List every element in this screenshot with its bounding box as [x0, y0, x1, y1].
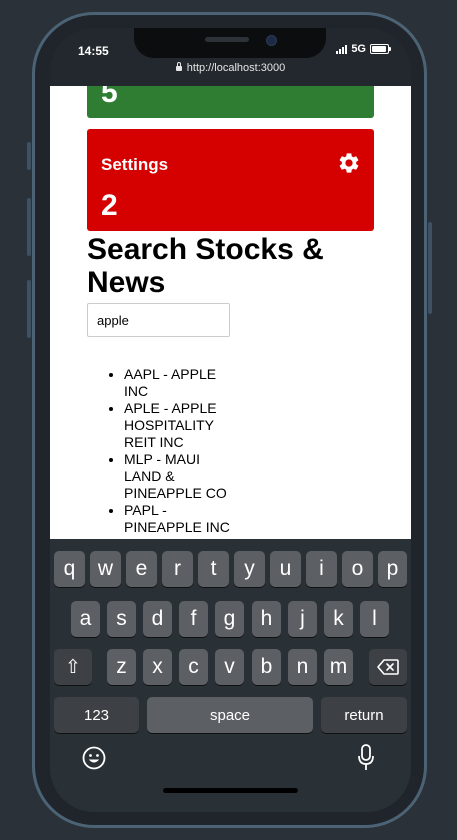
result-item[interactable]: MLP - MAUI LAND & PINEAPPLE CO: [124, 451, 232, 502]
page-title: Search Stocks & News: [87, 233, 324, 299]
mute-switch: [27, 142, 31, 170]
phone-screen: 14:55 5G http://localhost:3000 5 Setting…: [50, 28, 411, 812]
notch: [134, 28, 326, 58]
backspace-key[interactable]: [369, 649, 407, 685]
microphone-icon[interactable]: [357, 744, 375, 772]
power-button: [428, 222, 432, 314]
url-text: http://localhost:3000: [186, 62, 286, 74]
key-o[interactable]: o: [342, 551, 373, 587]
key-p[interactable]: p: [378, 551, 407, 587]
result-item[interactable]: PAPL - PINEAPPLE INC: [124, 502, 232, 536]
key-u[interactable]: u: [270, 551, 301, 587]
card-count: 2: [101, 189, 118, 222]
key-y[interactable]: y: [234, 551, 265, 587]
settings-card[interactable]: Settings 2: [87, 129, 374, 231]
emoji-icon[interactable]: [82, 746, 106, 770]
key-j[interactable]: j: [288, 601, 317, 637]
key-e[interactable]: e: [126, 551, 157, 587]
status-indicators: 5G: [336, 43, 391, 55]
address-bar[interactable]: http://localhost:3000: [50, 62, 411, 74]
key-s[interactable]: s: [107, 601, 136, 637]
result-item[interactable]: AAPL - APPLE INC: [124, 366, 232, 400]
key-z[interactable]: z: [107, 649, 136, 685]
volume-up-button: [27, 198, 31, 256]
result-item[interactable]: APLE - APPLE HOSPITALITY REIT INC: [124, 400, 232, 451]
key-c[interactable]: c: [179, 649, 208, 685]
backspace-icon: [377, 659, 399, 675]
card-count: 5: [101, 86, 118, 109]
home-indicator[interactable]: [163, 788, 298, 793]
space-key[interactable]: space: [147, 697, 313, 733]
shift-key[interactable]: ⇧: [54, 649, 92, 685]
search-input[interactable]: [87, 303, 230, 337]
key-q[interactable]: q: [54, 551, 85, 587]
key-d[interactable]: d: [143, 601, 172, 637]
speaker: [205, 37, 249, 42]
key-w[interactable]: w: [90, 551, 121, 587]
count-card[interactable]: 5: [87, 86, 374, 118]
lock-icon: [175, 62, 182, 71]
network-label: 5G: [351, 43, 366, 55]
key-m[interactable]: m: [324, 649, 353, 685]
key-b[interactable]: b: [252, 649, 281, 685]
key-l[interactable]: l: [360, 601, 389, 637]
key-t[interactable]: t: [198, 551, 229, 587]
page-content: 5 Settings 2 Search Stocks & News AAPL -…: [50, 86, 411, 539]
key-k[interactable]: k: [324, 601, 353, 637]
search-results: AAPL - APPLE INC APLE - APPLE HOSPITALIT…: [124, 366, 232, 536]
key-r[interactable]: r: [162, 551, 193, 587]
front-camera: [266, 35, 277, 46]
signal-icon: [336, 44, 348, 54]
status-time: 14:55: [78, 44, 109, 58]
battery-icon: [370, 44, 391, 54]
key-h[interactable]: h: [252, 601, 281, 637]
key-a[interactable]: a: [71, 601, 100, 637]
key-g[interactable]: g: [215, 601, 244, 637]
return-key[interactable]: return: [321, 697, 407, 733]
key-n[interactable]: n: [288, 649, 317, 685]
key-x[interactable]: x: [143, 649, 172, 685]
numbers-key[interactable]: 123: [54, 697, 139, 733]
key-v[interactable]: v: [215, 649, 244, 685]
card-title: Settings: [101, 155, 169, 174]
volume-down-button: [27, 280, 31, 338]
gear-icon[interactable]: [337, 151, 361, 175]
key-i[interactable]: i: [306, 551, 337, 587]
key-f[interactable]: f: [179, 601, 208, 637]
